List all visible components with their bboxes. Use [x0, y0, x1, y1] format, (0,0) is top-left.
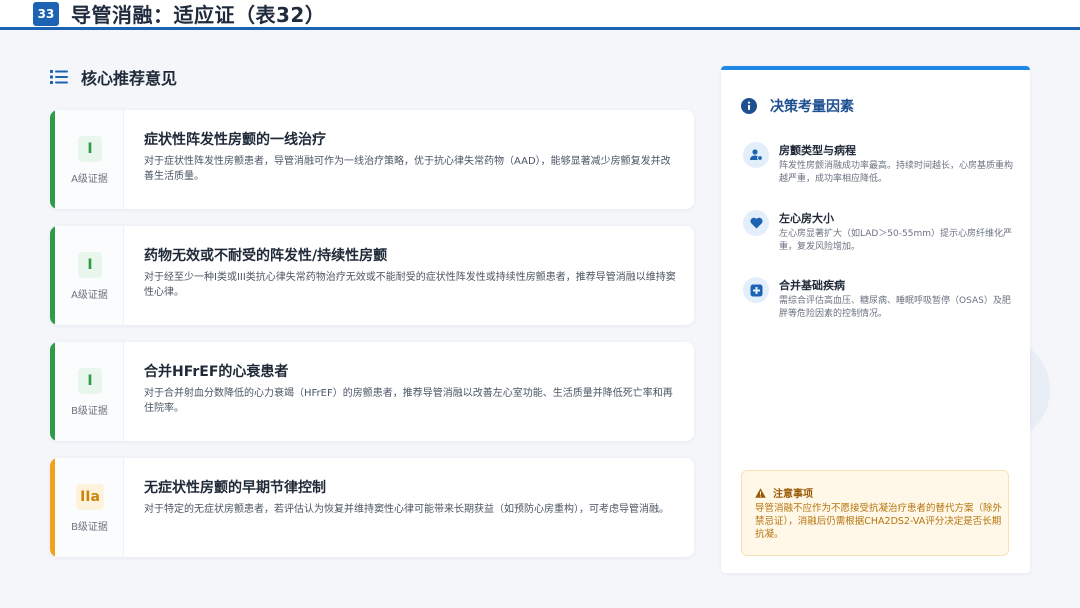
level-cell: I A级证据	[55, 110, 124, 209]
caution-text: 导管消融不应作为不愿接受抗凝治疗患者的替代方案（除外禁忌证），消融后仍需根据CH…	[755, 503, 1003, 540]
class-badge: IIa	[76, 484, 104, 510]
recommendation-desc: 对于经至少一种I类或III类抗心律失常药物治疗无效或不能耐受的症状性阵发性或持续…	[144, 272, 676, 298]
info-icon	[741, 98, 757, 114]
panel-title: 决策考量因素	[770, 99, 854, 115]
factor-title: 左心房大小	[779, 212, 834, 225]
recommendation-desc: 对于症状性阵发性房颤患者，导管消融可作为一线治疗策略，优于抗心律失常药物（AAD…	[144, 156, 671, 182]
factor-desc: 左心房显著扩大（如LAD＞50-55mm）提示心房纤维化严重，复发风险增加。	[779, 229, 1012, 252]
caution-box: 注意事项 导管消融不应作为不愿接受抗凝治疗患者的替代方案（除外禁忌证），消融后仍…	[741, 470, 1009, 556]
evidence-label: B级证据	[71, 522, 108, 533]
class-badge: I	[78, 252, 102, 278]
page-header: 33 导管消融：适应证（表32）	[0, 0, 1080, 30]
recommendation-card: I B级证据 合并HFrEF的心衰患者 对于合并射血分数降低的心力衰竭（HFrE…	[50, 342, 694, 441]
factor-desc: 阵发性房颤消融成功率最高。持续时间越长，心房基质重构越严重，成功率相应降低。	[779, 161, 1014, 184]
class-badge: I	[78, 368, 102, 394]
medical-plus-icon	[743, 277, 769, 303]
warning-icon	[755, 487, 766, 498]
recommendation-desc: 对于合并射血分数降低的心力衰竭（HFrEF）的房颤患者，推荐导管消融以改善左心室…	[144, 388, 673, 414]
factor-title: 房颤类型与病程	[779, 144, 856, 157]
recommendation-card: IIa B级证据 无症状性房颤的早期节律控制 对于特定的无症状房颤患者，若评估认…	[50, 458, 694, 557]
evidence-label: A级证据	[71, 290, 108, 301]
recommendation-title: 药物无效或不耐受的阵发性/持续性房颤	[144, 248, 388, 264]
recommendation-title: 无症状性房颤的早期节律控制	[144, 480, 326, 496]
class-badge: I	[78, 136, 102, 162]
panel-header: 决策考量因素	[741, 96, 854, 116]
caution-title: 注意事项	[773, 489, 813, 500]
recommendation-title: 症状性阵发性房颤的一线治疗	[144, 132, 326, 148]
section-title: 核心推荐意见	[81, 69, 178, 88]
level-cell: I A级证据	[55, 226, 124, 325]
decision-factors-panel: 决策考量因素 房颤类型与病程 阵发性房颤消融成功率最高。持续时间越长，心房基质重…	[721, 66, 1030, 573]
list-icon	[50, 70, 68, 84]
evidence-label: B级证据	[71, 406, 108, 417]
recommendation-title: 合并HFrEF的心衰患者	[144, 364, 289, 380]
heart-icon	[743, 210, 769, 236]
user-icon	[743, 142, 769, 168]
recommendation-desc: 对于特定的无症状房颤患者，若评估认为恢复并维持窦性心律可能带来长期获益（如预防心…	[144, 504, 669, 515]
caution-header: 注意事项	[755, 485, 813, 500]
recommendation-card: I A级证据 药物无效或不耐受的阵发性/持续性房颤 对于经至少一种I类或III类…	[50, 226, 694, 325]
evidence-label: A级证据	[71, 174, 108, 185]
factor-title: 合并基础疾病	[779, 279, 845, 292]
level-cell: IIa B级证据	[55, 458, 124, 557]
page-title: 导管消融：适应证（表32）	[71, 3, 326, 27]
factor-desc: 需综合评估高血压、糖尿病、睡眠呼吸暂停（OSAS）及肥胖等危险因素的控制情况。	[779, 296, 1011, 319]
recommendation-card: I A级证据 症状性阵发性房颤的一线治疗 对于症状性阵发性房颤患者，导管消融可作…	[50, 110, 694, 209]
level-cell: I B级证据	[55, 342, 124, 441]
page-number: 33	[33, 1, 59, 26]
section-header: 核心推荐意见	[50, 64, 177, 90]
